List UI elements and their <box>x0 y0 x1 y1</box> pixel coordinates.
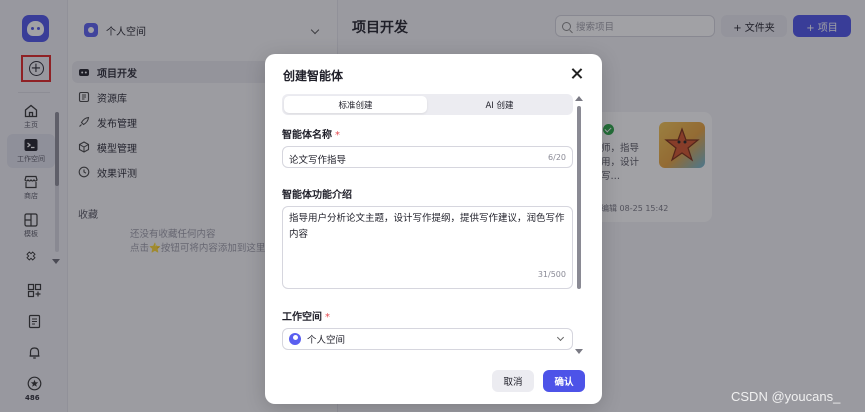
agent-name-value: 论文写作指导 <box>289 155 347 166</box>
workspace-label: 工作空间 * <box>282 308 330 323</box>
agent-name-label-text: 智能体名称 <box>282 130 332 141</box>
agent-name-count: 6/20 <box>548 153 566 162</box>
agent-intro-label: 智能体功能介绍 <box>282 186 352 201</box>
cancel-button[interactable]: 取消 <box>492 370 534 392</box>
required-mark: * <box>325 312 330 323</box>
agent-intro-value: 指导用户分析论文主题，设计写作提纲，提供写作建议，润色写作内容 <box>289 213 565 240</box>
close-icon[interactable] <box>571 68 583 80</box>
required-mark: * <box>335 130 340 141</box>
tab-standard-create[interactable]: 标准创建 <box>284 96 427 113</box>
dialog-title: 创建智能体 <box>283 69 344 83</box>
dialog-scroll-up-icon[interactable] <box>575 96 583 101</box>
tab-ai-create[interactable]: AI 创建 <box>428 96 571 113</box>
agent-intro-count: 31/500 <box>537 270 566 279</box>
create-agent-dialog: 创建智能体 标准创建 AI 创建 智能体名称 * 论文写作指导 6/20 智能体功… <box>265 54 602 404</box>
confirm-button[interactable]: 确认 <box>543 370 585 392</box>
dialog-scroll-down-icon[interactable] <box>575 349 583 354</box>
workspace-label-text: 工作空间 <box>282 312 322 323</box>
agent-name-label: 智能体名称 * <box>282 126 340 141</box>
dialog-scrollbar[interactable] <box>577 106 581 289</box>
chevron-down-icon <box>556 333 565 342</box>
creation-mode-tabs: 标准创建 AI 创建 <box>282 94 573 115</box>
watermark-text: CSDN @youcans_ <box>731 389 841 404</box>
agent-intro-textarea[interactable]: 指导用户分析论文主题，设计写作提纲，提供写作建议，润色写作内容 31/500 <box>282 206 573 289</box>
agent-name-input[interactable]: 论文写作指导 6/20 <box>282 146 573 168</box>
workspace-avatar <box>289 333 301 345</box>
workspace-select[interactable]: 个人空间 <box>282 328 573 350</box>
agent-intro-label-text: 智能体功能介绍 <box>282 190 352 201</box>
workspace-select-value: 个人空间 <box>307 335 346 346</box>
